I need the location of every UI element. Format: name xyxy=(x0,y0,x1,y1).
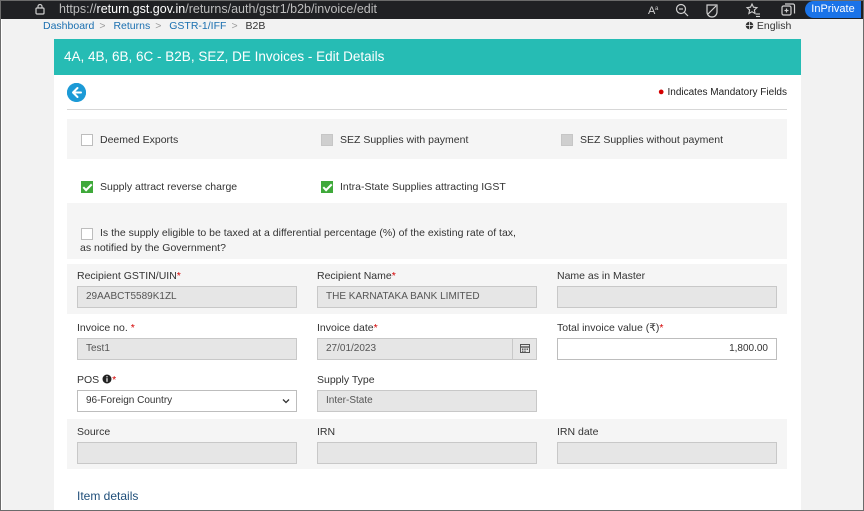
url-scheme: https:// xyxy=(59,2,97,16)
differential-rate-label-line2: as notified by the Government? xyxy=(80,242,226,254)
sez-without-payment-checkbox[interactable] xyxy=(561,134,573,146)
inprivate-badge[interactable]: InPrivate xyxy=(805,1,861,18)
required-asterisk: * xyxy=(373,322,378,334)
breadcrumb-separator: > xyxy=(99,20,106,32)
required-asterisk: * xyxy=(130,322,135,334)
url-host: return.gst.gov.in xyxy=(96,2,186,16)
breadcrumb-separator: > xyxy=(155,20,162,32)
name-in-master-label: Name as in Master xyxy=(557,270,646,282)
deemed-exports-label: Deemed Exports xyxy=(100,134,179,146)
svg-text:a: a xyxy=(655,6,659,12)
recipient-name-field[interactable]: THE KARNATAKA BANK LIMITED xyxy=(317,286,537,308)
breadcrumb-separator: > xyxy=(231,20,238,32)
invoice-date-field[interactable]: 27/01/2023 xyxy=(317,338,537,360)
chevron-down-icon xyxy=(282,399,290,404)
invoice-no-field[interactable]: Test1 xyxy=(77,338,297,360)
arrow-left-circle-icon xyxy=(67,83,86,102)
differential-rate-label-line1: Is the supply eligible to be taxed at a … xyxy=(100,227,516,239)
pos-label: POS * xyxy=(77,374,116,386)
read-aloud-icon[interactable]: A a xyxy=(646,2,662,18)
irn-label: IRN xyxy=(317,426,336,438)
back-button[interactable] xyxy=(67,83,86,102)
total-invoice-value-field[interactable]: 1,800.00 xyxy=(557,338,777,360)
required-asterisk: * xyxy=(176,270,181,282)
name-in-master-field[interactable] xyxy=(557,286,777,308)
recipient-gstin-field[interactable]: 29AABCT5589K1ZL xyxy=(77,286,297,308)
source-label: Source xyxy=(77,426,111,438)
total-invoice-value-label: Total invoice value (₹)* xyxy=(557,322,663,334)
panel-title: 4A, 4B, 6B, 6C - B2B, SEZ, DE Invoices -… xyxy=(54,39,801,75)
invoice-date-label: Invoice date* xyxy=(317,322,378,334)
calendar-icon xyxy=(520,344,530,353)
recipient-gstin-label: Recipient GSTIN/UIN* xyxy=(77,270,181,282)
supply-type-label: Supply Type xyxy=(317,374,375,386)
breadcrumb: Dashboard > Returns > GSTR-1/IFF > B2B xyxy=(43,20,270,32)
irn-date-field[interactable] xyxy=(557,442,777,464)
breadcrumb-b2b: B2B xyxy=(245,20,266,32)
irn-date-label: IRN date xyxy=(557,426,599,438)
lock-icon[interactable] xyxy=(34,3,46,15)
pos-selected-value: 96-Foreign Country xyxy=(86,395,173,406)
sez-with-payment-label: SEZ Supplies with payment xyxy=(340,134,469,146)
supply-type-field[interactable]: Inter-State xyxy=(317,390,537,412)
invoice-date-value: 27/01/2023 xyxy=(326,343,377,354)
invoice-edit-panel: 4A, 4B, 6B, 6C - B2B, SEZ, DE Invoices -… xyxy=(54,39,801,510)
favorites-icon[interactable] xyxy=(745,2,761,18)
invoice-date-label-text: Invoice date xyxy=(317,322,374,334)
address-url[interactable]: https://return.gst.gov.in/returns/auth/g… xyxy=(59,2,377,16)
breadcrumb-dashboard[interactable]: Dashboard xyxy=(43,20,94,32)
divider xyxy=(67,109,787,110)
invoice-no-label: Invoice no. * xyxy=(77,322,135,334)
breadcrumb-returns[interactable]: Returns xyxy=(113,20,150,32)
required-asterisk: * xyxy=(112,374,117,386)
zoom-out-icon[interactable] xyxy=(674,2,690,18)
tracking-prevention-icon[interactable] xyxy=(704,2,720,18)
browser-address-bar: https://return.gst.gov.in/returns/auth/g… xyxy=(1,1,863,19)
url-path: /returns/auth/gstr1/b2b/invoice/edit xyxy=(185,2,378,16)
reverse-charge-checkbox[interactable] xyxy=(81,181,93,193)
required-dot: ● xyxy=(657,86,665,98)
language-selector[interactable]: English xyxy=(745,20,791,32)
differential-rate-checkbox[interactable] xyxy=(81,228,93,240)
calendar-button[interactable] xyxy=(512,339,536,359)
pos-label-text: POS xyxy=(77,374,100,386)
intra-state-igst-label: Intra-State Supplies attracting IGST xyxy=(340,181,506,193)
deemed-exports-checkbox[interactable] xyxy=(81,134,93,146)
recipient-gstin-label-text: Recipient GSTIN/UIN xyxy=(77,270,177,282)
breadcrumb-gstr1-iff[interactable]: GSTR-1/IFF xyxy=(169,20,226,32)
info-circle-icon[interactable] xyxy=(102,374,112,384)
window-frame: https://return.gst.gov.in/returns/auth/g… xyxy=(0,0,864,511)
collections-icon[interactable] xyxy=(780,2,796,18)
sez-without-payment-label: SEZ Supplies without payment xyxy=(580,134,723,146)
required-asterisk: * xyxy=(391,270,396,282)
mandatory-note: ● Indicates Mandatory Fields xyxy=(658,86,787,98)
globe-icon xyxy=(745,21,754,30)
item-details-heading: Item details xyxy=(77,489,139,503)
intra-state-igst-checkbox[interactable] xyxy=(321,181,333,193)
irn-field[interactable] xyxy=(317,442,537,464)
required-asterisk: * xyxy=(659,322,664,334)
source-field[interactable] xyxy=(77,442,297,464)
recipient-name-label-text: Recipient Name xyxy=(317,270,392,282)
invoice-no-label-text: Invoice no. xyxy=(77,322,128,334)
mandatory-note-text: Indicates Mandatory Fields xyxy=(667,87,787,98)
pos-select[interactable]: 96-Foreign Country xyxy=(77,390,297,412)
sez-with-payment-checkbox[interactable] xyxy=(321,134,333,146)
total-invoice-value-label-text: Total invoice value (₹) xyxy=(557,322,660,334)
language-label: English xyxy=(756,20,792,32)
reverse-charge-label: Supply attract reverse charge xyxy=(100,181,238,193)
recipient-name-label: Recipient Name* xyxy=(317,270,396,282)
